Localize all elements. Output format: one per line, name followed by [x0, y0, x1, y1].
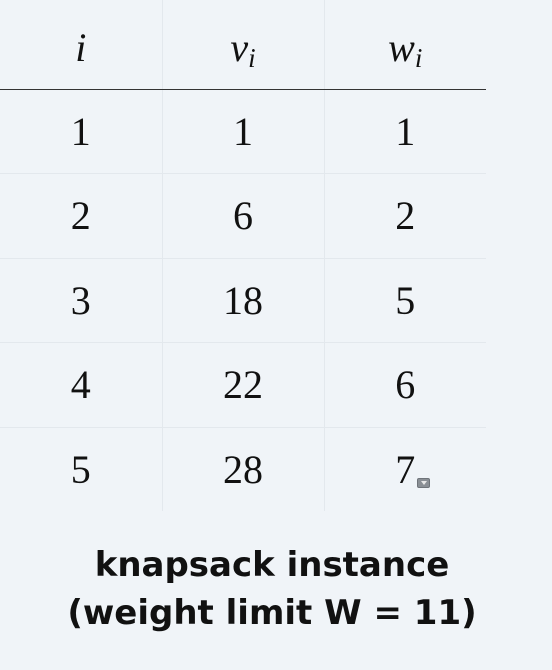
header-row: i vi wi	[0, 0, 486, 90]
cell-w: 6	[323, 342, 486, 428]
cell-w: 5	[323, 258, 486, 343]
caption-weight-limit: (weight limit W = 11)	[67, 593, 477, 633]
caption-title: knapsack instance	[94, 545, 450, 585]
cell-i: 1	[0, 89, 162, 174]
knapsack-table: i vi wi 1 1 1 2 6 2 3 18 5 4 22 6 5 28 7	[0, 0, 486, 511]
cell-v: 18	[161, 258, 324, 343]
chevron-down-icon[interactable]	[417, 477, 431, 488]
cell-v: 6	[161, 173, 324, 259]
header-v-subscript: i	[248, 42, 256, 73]
cell-w: 2	[323, 173, 486, 259]
header-w-base: w	[388, 24, 415, 70]
cell-v: 22	[161, 342, 324, 428]
cell-i: 4	[0, 342, 162, 428]
header-w: wi	[323, 0, 486, 90]
header-i: i	[0, 0, 162, 90]
knapsack-table-container: i vi wi 1 1 1 2 6 2 3 18 5 4 22 6 5 28 7	[0, 0, 486, 511]
cell-w-value: 7	[395, 446, 416, 492]
caption: knapsack instance (weight limit W = 11)	[0, 541, 544, 637]
header-w-subscript: i	[414, 42, 423, 73]
cell-w-wrapper: 7	[395, 446, 431, 493]
header-i-label: i	[75, 24, 87, 70]
table-row: 3 18 5	[0, 258, 486, 343]
cell-v: 28	[161, 427, 324, 511]
cell-i: 3	[0, 258, 162, 343]
header-v-base: v	[230, 24, 249, 70]
cell-v: 1	[161, 89, 324, 174]
cell-i: 2	[0, 173, 162, 259]
header-v: vi	[161, 0, 324, 90]
table-row: 2 6 2	[0, 173, 486, 259]
table-row: 1 1 1	[0, 89, 486, 174]
table-row: 4 22 6	[0, 342, 486, 428]
cell-i: 5	[70, 446, 91, 492]
cell-w: 7	[323, 427, 486, 511]
table-row: 5 28 7	[0, 427, 486, 511]
cell-w: 1	[323, 89, 486, 174]
